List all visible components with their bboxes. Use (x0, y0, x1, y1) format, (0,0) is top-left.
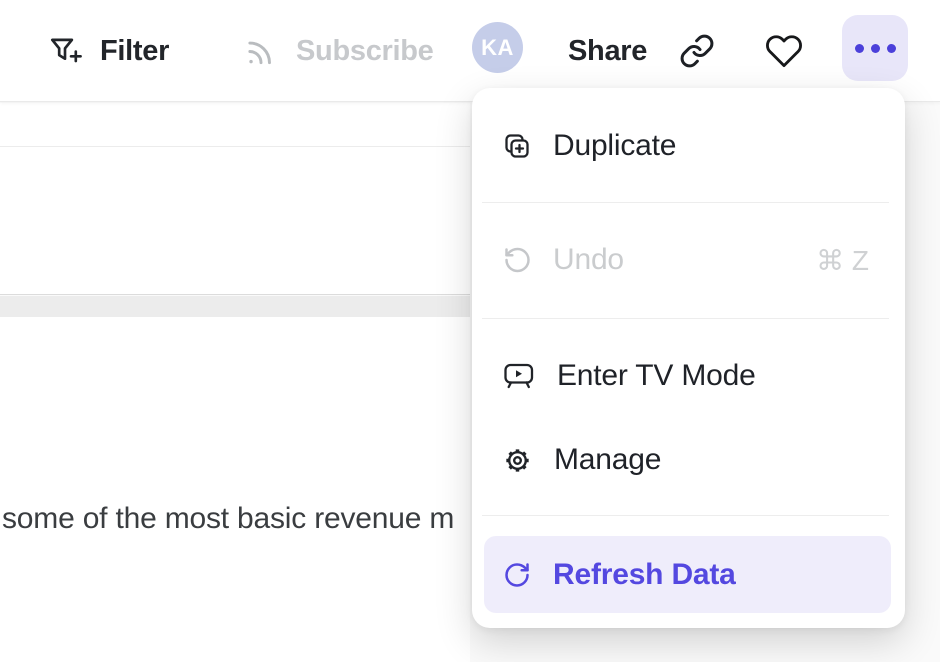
filter-label: Filter (100, 35, 169, 68)
more-options-button[interactable] (842, 15, 908, 81)
undo-icon (502, 245, 532, 275)
favorite-button[interactable] (765, 0, 803, 102)
copy-link-button[interactable] (679, 0, 715, 102)
dashboard-card-lower (0, 317, 470, 662)
menu-item-duplicate[interactable]: Duplicate (472, 98, 905, 194)
dashboard-card-header (0, 103, 470, 147)
refresh-icon (502, 560, 532, 590)
menu-divider (482, 515, 889, 516)
menu-item-label: Enter TV Mode (557, 359, 756, 393)
menu-item-refresh-data[interactable]: Refresh Data (484, 536, 891, 613)
filter-plus-icon (47, 33, 83, 69)
menu-item-manage[interactable]: Manage (472, 416, 905, 504)
heart-icon (765, 32, 803, 70)
share-button[interactable]: Share (568, 0, 647, 102)
filter-button[interactable]: Filter (47, 0, 169, 102)
link-icon (679, 33, 715, 69)
dashboard-paragraph: some of the most basic revenue m (2, 502, 454, 536)
avatar[interactable]: KA (472, 22, 523, 73)
menu-item-label: Undo (553, 243, 624, 277)
share-label: Share (568, 35, 647, 68)
menu-item-label: Refresh Data (553, 558, 736, 592)
subscribe-label: Subscribe (296, 35, 434, 68)
rss-icon (243, 33, 279, 69)
card-gap (0, 296, 470, 317)
menu-item-enter-tv-mode[interactable]: Enter TV Mode (472, 330, 905, 422)
subscribe-button[interactable]: Subscribe (243, 0, 434, 102)
toolbar: Filter Subscribe KA Share (0, 0, 940, 102)
menu-divider (482, 202, 889, 203)
tv-mode-icon (502, 361, 536, 391)
duplicate-icon (502, 131, 532, 161)
avatar-initials: KA (481, 35, 514, 61)
ellipsis-icon (855, 44, 896, 53)
dashboard-card-upper (0, 103, 470, 295)
menu-item-label: Manage (554, 443, 661, 477)
menu-item-label: Duplicate (553, 129, 676, 163)
gear-icon (502, 445, 533, 476)
menu-item-undo: Undo ⌘ Z (472, 214, 905, 306)
menu-item-shortcut: ⌘ Z (816, 244, 869, 277)
context-menu: Duplicate Undo ⌘ Z Enter TV Mode (472, 88, 905, 628)
menu-divider (482, 318, 889, 319)
